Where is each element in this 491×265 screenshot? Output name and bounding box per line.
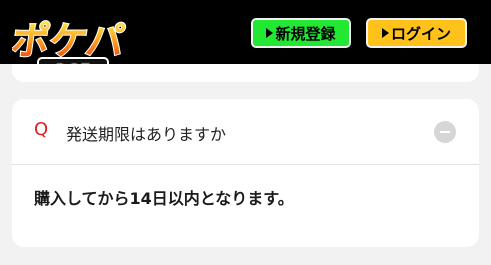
register-button[interactable]: 新規登録	[249, 16, 353, 50]
play-arrow-icon	[381, 28, 389, 38]
register-label: 新規登録	[275, 24, 336, 43]
site-header: ポケパ 365 新規登録 ログイン	[0, 0, 491, 82]
faq-question: 発送期限はありますか	[66, 125, 227, 144]
minus-circle-icon[interactable]	[434, 121, 456, 143]
play-arrow-icon	[266, 28, 274, 38]
faq-answer: 購入してから14日以内となります。	[34, 189, 294, 208]
login-button[interactable]: ログイン	[364, 16, 469, 50]
faq-question-row[interactable]: Q 発送期限はありますか	[12, 99, 479, 165]
login-label: ログイン	[390, 24, 451, 43]
faq-item: Q 発送期限はありますか 購入してから14日以内となります。	[12, 99, 479, 247]
question-mark-label: Q	[34, 119, 49, 140]
previous-faq-card	[12, 64, 479, 82]
